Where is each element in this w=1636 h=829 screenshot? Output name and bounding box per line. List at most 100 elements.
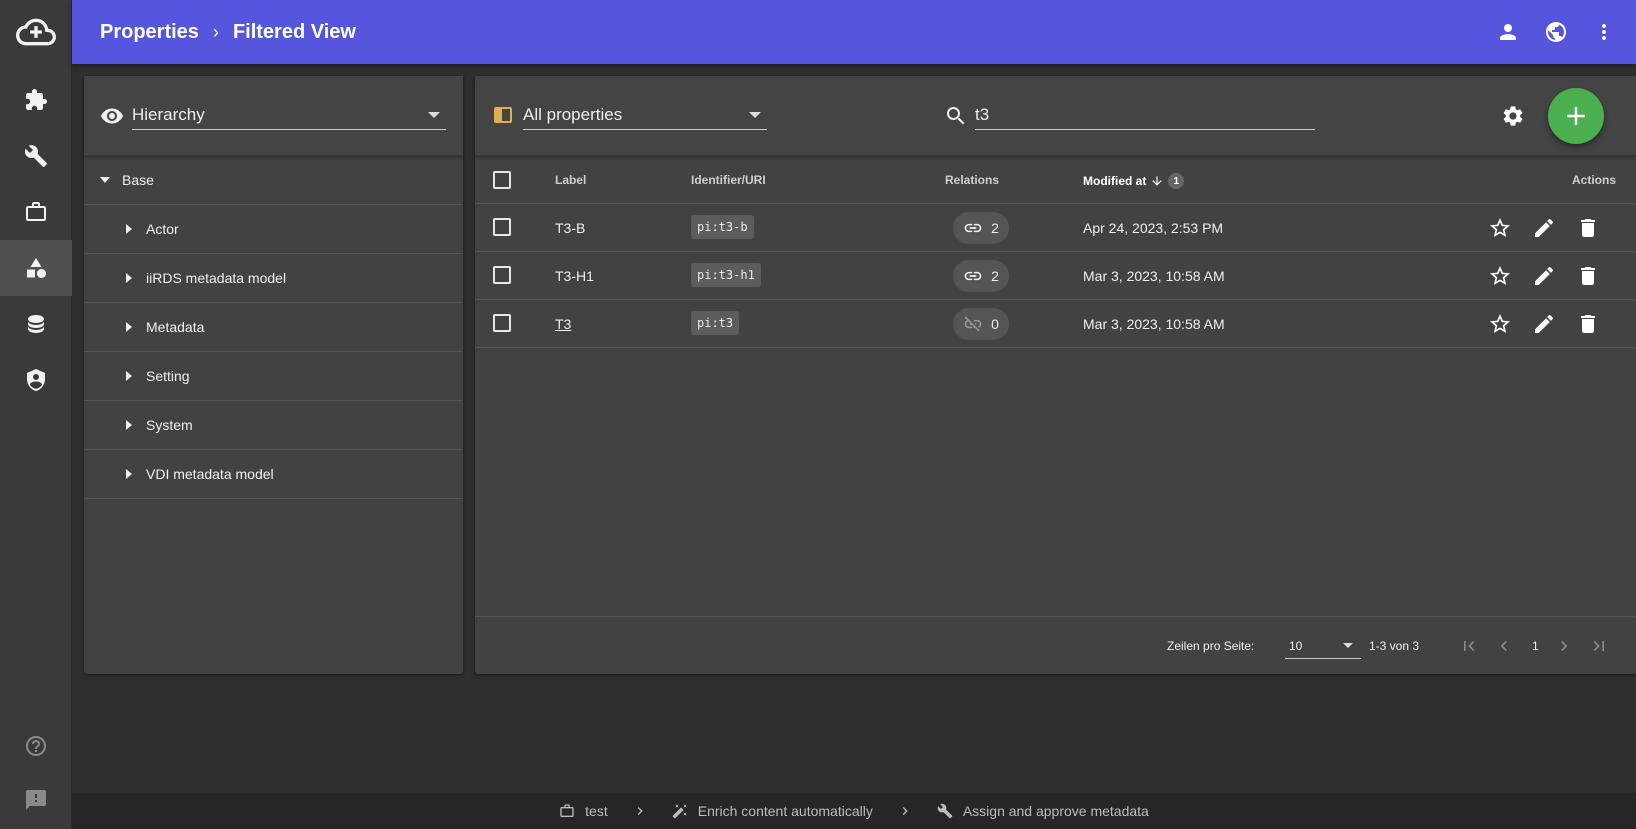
next-page-button[interactable] <box>1554 636 1574 656</box>
relations-count: 0 <box>991 316 999 332</box>
pencil-icon <box>1535 314 1554 333</box>
first-page-icon <box>1464 641 1475 651</box>
status-enrich-label: Enrich content automatically <box>697 803 873 819</box>
current-page: 1 <box>1532 639 1539 653</box>
delete-icon <box>1581 315 1595 333</box>
pagination-range: 1-3 von 3 <box>1369 639 1420 653</box>
column-header-label[interactable]: Label <box>555 173 586 187</box>
favorite-button[interactable] <box>1488 264 1512 288</box>
tree-node-metadata[interactable]: Metadata <box>84 303 463 352</box>
page-title: Filtered View <box>232 20 356 43</box>
globe-icon <box>1546 22 1566 42</box>
table-row[interactable]: T3 pi:t3 0 Mar 3, 2023, 10:58 AM <box>475 300 1636 348</box>
edit-button[interactable] <box>1532 264 1556 288</box>
nav-projects[interactable] <box>0 184 72 240</box>
chevron-down-icon <box>749 112 761 118</box>
delete-icon <box>1581 219 1595 237</box>
breadcrumb-separator: › <box>212 21 219 42</box>
more-menu-button[interactable] <box>1592 20 1616 44</box>
star-outline-icon <box>1490 218 1510 237</box>
relations-count: 2 <box>991 220 999 236</box>
add-property-button[interactable] <box>1548 88 1604 144</box>
hierarchy-panel: Hierarchy Base Actor iiRDS metadata mode… <box>84 76 463 674</box>
favorite-button[interactable] <box>1488 216 1512 240</box>
tree-node-system[interactable]: System <box>84 401 463 450</box>
row-identifier: pi:t3 <box>691 311 740 335</box>
tree-node-iirds[interactable]: iiRDS metadata model <box>84 254 463 303</box>
last-page-button[interactable] <box>1589 636 1609 656</box>
language-button[interactable] <box>1544 20 1568 44</box>
relations-chip[interactable]: 0 <box>953 308 1009 340</box>
table-row[interactable]: T3-B pi:t3-b 2 Apr 24, 2023, 2:53 PM <box>475 204 1636 252</box>
nav-properties[interactable] <box>0 240 72 296</box>
select-all-checkbox[interactable] <box>493 171 511 189</box>
search-input-value: t3 <box>975 104 990 124</box>
delete-button[interactable] <box>1576 264 1600 288</box>
status-project[interactable]: test <box>559 803 608 819</box>
table-pagination: Zeilen pro Seite: 10 1-3 von 3 1 <box>475 616 1636 674</box>
row-label-link[interactable]: T3 <box>555 316 571 332</box>
row-checkbox[interactable] <box>493 314 511 332</box>
feedback-icon <box>26 790 46 810</box>
status-project-label: test <box>585 803 608 819</box>
view-select[interactable]: Hierarchy <box>132 100 446 130</box>
breadcrumb-root[interactable]: Properties <box>100 21 199 44</box>
tree-node-vdi[interactable]: VDI metadata model <box>84 450 463 499</box>
eye-icon <box>101 108 123 124</box>
table-header: Label Identifier/URI Relations Modified … <box>475 156 1636 204</box>
row-label: T3-H1 <box>555 268 594 284</box>
column-header-identifier[interactable]: Identifier/URI <box>691 173 766 187</box>
tree-node-label: Actor <box>146 221 179 237</box>
table-settings-button[interactable] <box>1501 104 1525 128</box>
row-identifier: pi:t3-b <box>691 215 754 239</box>
link-off-icon <box>964 316 982 332</box>
tree-node-setting[interactable]: Setting <box>84 352 463 401</box>
star-outline-icon <box>1490 314 1510 333</box>
column-header-modified[interactable]: Modified at 1 <box>1083 173 1185 189</box>
tree-node-actor[interactable]: Actor <box>84 205 463 254</box>
chevron-right-icon <box>897 803 913 819</box>
nav-security[interactable] <box>0 352 72 408</box>
nav-help[interactable] <box>0 718 72 774</box>
chevron-right-icon <box>632 803 648 819</box>
chevron-right-icon <box>1561 641 1568 651</box>
column-header-relations[interactable]: Relations <box>945 173 999 187</box>
expand-more-icon <box>126 322 132 332</box>
row-modified: Mar 3, 2023, 10:58 AM <box>1083 316 1225 332</box>
add-icon <box>1567 107 1585 125</box>
search-icon <box>947 107 965 125</box>
edit-button[interactable] <box>1532 216 1556 240</box>
delete-button[interactable] <box>1576 216 1600 240</box>
status-assign[interactable]: Assign and approve metadata <box>937 803 1149 819</box>
search-input[interactable]: t3 <box>975 100 1315 130</box>
row-identifier: pi:t3-h1 <box>691 263 761 287</box>
relations-chip[interactable]: 2 <box>953 212 1009 244</box>
delete-button[interactable] <box>1576 312 1600 336</box>
favorite-button[interactable] <box>1488 312 1512 336</box>
nav-extensions[interactable] <box>0 72 72 128</box>
nav-tools[interactable] <box>0 128 72 184</box>
table-row[interactable]: T3-H1 pi:t3-h1 2 Mar 3, 2023, 10:58 AM <box>475 252 1636 300</box>
account-button[interactable] <box>1496 20 1520 44</box>
star-outline-icon <box>1490 266 1510 285</box>
nav-database[interactable] <box>0 296 72 352</box>
tree-node-base[interactable]: Base <box>84 156 463 205</box>
top-app-bar: Properties › Filtered View <box>72 0 1636 64</box>
row-checkbox[interactable] <box>493 218 511 236</box>
status-enrich[interactable]: Enrich content automatically <box>672 803 873 819</box>
wrench-icon <box>24 145 47 167</box>
status-assign-label: Assign and approve metadata <box>962 803 1149 819</box>
tree-node-label: VDI metadata model <box>146 466 274 482</box>
property-filter-select[interactable]: All properties <box>523 100 767 130</box>
prev-page-button[interactable] <box>1494 636 1514 656</box>
app-logo[interactable] <box>0 0 72 64</box>
row-checkbox[interactable] <box>493 266 511 284</box>
first-page-button[interactable] <box>1459 636 1479 656</box>
expand-more-icon <box>126 469 132 479</box>
table-toolbar: All properties t3 <box>475 76 1636 156</box>
nav-feedback[interactable] <box>0 772 72 828</box>
puzzle-icon <box>26 89 47 110</box>
relations-chip[interactable]: 2 <box>953 260 1009 292</box>
rows-per-page-select[interactable]: 10 <box>1285 631 1361 659</box>
edit-button[interactable] <box>1532 312 1556 336</box>
